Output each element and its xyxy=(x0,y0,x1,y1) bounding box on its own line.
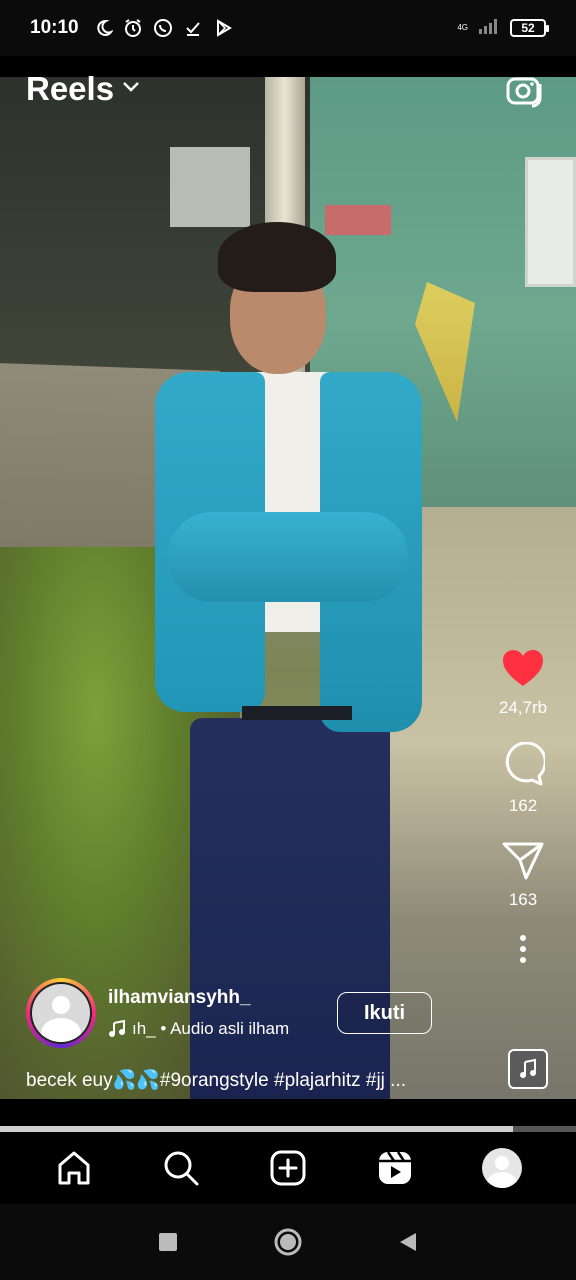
more-icon xyxy=(520,935,526,963)
nav-create[interactable] xyxy=(266,1146,310,1190)
camera-button[interactable] xyxy=(504,70,544,110)
like-count: 24,7rb xyxy=(498,698,548,717)
page-title: Reels xyxy=(26,70,115,107)
follow-button[interactable]: Ikuti xyxy=(337,992,432,1034)
whatsapp-icon xyxy=(153,18,173,38)
status-notification-icons xyxy=(93,18,233,38)
reel-video[interactable] xyxy=(0,77,576,1099)
comment-count: 162 xyxy=(508,796,538,815)
nav-reels[interactable] xyxy=(373,1146,417,1190)
person-hair xyxy=(218,222,336,292)
alarm-icon xyxy=(123,18,143,38)
bg-window xyxy=(525,157,576,287)
avatar xyxy=(32,984,90,1042)
back-button[interactable] xyxy=(393,1227,423,1257)
network-type: 4G xyxy=(457,23,468,32)
status-time: 10:10 xyxy=(30,17,79,38)
bottom-nav xyxy=(0,1132,576,1204)
like-button[interactable]: 24,7rb xyxy=(499,648,547,718)
circle-icon xyxy=(274,1228,302,1256)
back-triangle-icon xyxy=(400,1233,416,1251)
audio-thumbnail[interactable] xyxy=(508,1049,548,1089)
comment-button[interactable]: 162 xyxy=(501,742,545,816)
battery-level: 52 xyxy=(521,21,535,35)
search-icon xyxy=(164,1151,199,1186)
music-note-icon xyxy=(109,1020,125,1037)
status-bar: 10:10 4G 52 xyxy=(0,0,576,56)
download-done-icon xyxy=(183,18,203,38)
music-note-icon xyxy=(520,1058,536,1078)
share-count: 163 xyxy=(508,890,538,909)
nav-home[interactable] xyxy=(52,1146,96,1190)
chevron-down-icon[interactable] xyxy=(122,80,140,98)
moon-icon xyxy=(93,18,113,38)
recents-button[interactable] xyxy=(153,1227,183,1257)
share-button[interactable]: 163 xyxy=(502,840,544,910)
camera-icon xyxy=(506,77,542,108)
play-store-icon xyxy=(213,18,233,38)
home-icon xyxy=(58,1151,90,1185)
signal-icon xyxy=(478,18,500,39)
username[interactable]: ilhamviansyhh_ xyxy=(108,987,251,1009)
profile-avatar xyxy=(482,1148,523,1188)
comment-icon xyxy=(505,742,545,786)
share-icon xyxy=(502,842,544,880)
person-arms xyxy=(168,512,408,602)
nav-search[interactable] xyxy=(159,1146,203,1190)
home-system-button[interactable] xyxy=(273,1227,303,1257)
more-button[interactable] xyxy=(518,934,528,964)
post-caption[interactable]: becek euy💦💦#9orangstyle #plajarhitz #jj … xyxy=(26,1068,486,1092)
system-navigation xyxy=(0,1204,576,1280)
reel-actions: 24,7rb 162 163 xyxy=(492,648,554,964)
bg-window xyxy=(170,147,250,227)
audio-link[interactable]: ıh_ • Audio asli ilham xyxy=(108,1019,324,1039)
reels-icon xyxy=(379,1151,412,1184)
status-system-icons: 4G 52 xyxy=(457,18,549,39)
battery-icon: 52 xyxy=(510,19,549,37)
user-avatar[interactable] xyxy=(26,978,96,1048)
heart-icon xyxy=(502,650,543,686)
person-figure xyxy=(150,222,430,1099)
reels-header[interactable]: Reels xyxy=(26,70,140,108)
audio-name: ıh_ • Audio asli ilham xyxy=(132,1019,290,1038)
person-pants xyxy=(190,718,390,1099)
nav-profile[interactable] xyxy=(480,1146,524,1190)
plus-square-icon xyxy=(270,1150,306,1186)
person-belt xyxy=(242,706,352,720)
square-icon xyxy=(159,1233,177,1251)
